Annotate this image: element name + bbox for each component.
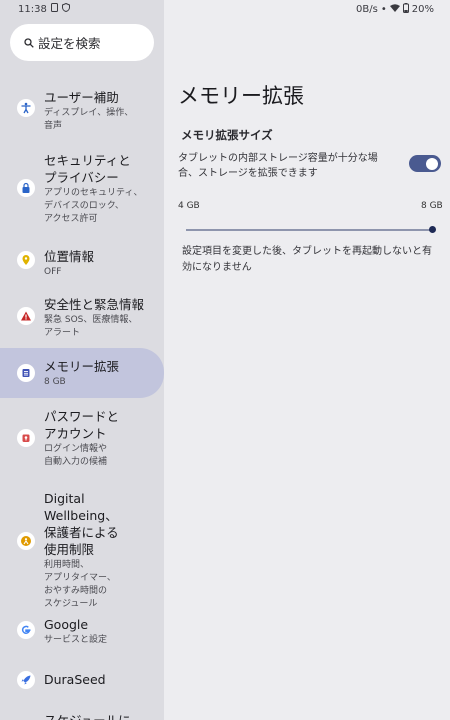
sidebar-item-subtitle: 利用時間、 アプリタイマー、 おやすみ時間の スケジュール [44,560,116,609]
shield-icon [61,2,70,15]
sidebar-item-google[interactable]: Google サービスと設定 [0,616,164,647]
sidebar-item-digital-wellbeing[interactable]: Digital Wellbeing、 保護者による 使用制限 利用時間、 アプリ… [0,490,164,611]
sidebar-item-subtitle: ログイン情報や 自動入力の候補 [44,444,108,467]
toggle-description: タブレットの内部ストレージ容量が十分な場合、ストレージを拡張できます [178,153,378,179]
sidebar-item-safety[interactable]: 安全性と緊急情報 緊急 SOS、医療情報、 アラート [0,296,164,340]
location-pin-icon [17,251,35,269]
sidebar-item-title: メモリー拡張 [44,359,120,374]
search-icon [24,37,34,48]
sidebar-item-subtitle: ディスプレイ、操作、 音声 [44,108,134,131]
toggle-knob [426,157,438,170]
memory-extension-page: メモリー拡張 メモリ拡張サイズ タブレットの内部ストレージ容量が十分な場合、スト… [164,0,450,720]
battery-percent: 20% [411,4,434,15]
sidebar-item-title: Google [44,617,89,632]
sidebar-item-title: パスワードと アカウント [44,409,120,441]
slider-min-label: 4 GB [178,201,200,211]
sidebar-item-subtitle: 8 GB [44,377,66,387]
sidebar-item-subtitle: サービスと設定 [44,635,108,645]
search-field[interactable]: 設定を検索 [10,24,154,61]
sidebar-item-subtitle: アプリのセキュリティ、 デバイスのロック、 アクセス許可 [44,188,143,224]
sidebar-item-title: セキュリティと プライバシー [44,153,131,185]
section-title: メモリ拡張サイズ [181,128,273,142]
rocket-icon [17,671,35,689]
battery-icon [402,3,409,16]
key-icon [17,429,35,447]
sidebar-item-duraseed[interactable]: DuraSeed [0,671,164,689]
sidebar-item-title: DuraSeed [44,672,106,687]
sidebar-item-title: スケジュールに [44,712,158,720]
sidebar-item-title: ユーザー補助 [44,90,119,105]
sim-icon [50,3,58,15]
memory-size-slider[interactable] [186,229,432,231]
restart-note: 設定項目を変更した後、タブレットを再起動しないと有効になりません [182,246,432,273]
search-placeholder: 設定を検索 [38,36,101,51]
sidebar-item-security[interactable]: セキュリティと プライバシー アプリのセキュリティ、 デバイスのロック、 アクセ… [0,152,164,226]
slider-thumb[interactable] [429,226,436,233]
dot-icon: • [380,4,387,15]
lock-icon [17,179,35,197]
wifi-icon [389,4,400,15]
sidebar-item-title: Digital Wellbeing、 保護者による 使用制限 [44,491,119,557]
sidebar-item-title: 位置情報 [44,249,95,264]
status-time: 11:38 [18,3,47,15]
settings-sidebar: 設定を検索 ユーザー補助 ディスプレイ、操作、 音声 セキュリティと プライバシ… [0,0,164,720]
memory-extension-toggle[interactable] [409,155,441,172]
status-bar: 11:38 0B/s • 20% [0,0,450,18]
wellbeing-icon [17,532,35,550]
sidebar-item-subtitle: 緊急 SOS、医療情報、 アラート [44,315,138,338]
page-title: メモリー拡張 [178,84,304,108]
emergency-icon [17,307,35,325]
sidebar-item-location[interactable]: 位置情報 OFF [0,248,164,279]
google-icon [17,621,35,639]
memory-icon [17,364,35,382]
network-speed: 0B/s [356,4,378,15]
sidebar-item-passwords[interactable]: パスワードと アカウント ログイン情報や 自動入力の候補 [0,408,164,469]
slider-max-label: 8 GB [421,201,443,211]
sidebar-item-subtitle: OFF [44,267,62,277]
sidebar-item-schedule[interactable]: スケジュールに [0,712,164,720]
sidebar-item-title: 安全性と緊急情報 [44,297,145,312]
sidebar-item-accessibility[interactable]: ユーザー補助 ディスプレイ、操作、 音声 [0,89,164,133]
sidebar-item-memory-extension[interactable]: メモリー拡張 8 GB [0,348,164,398]
accessibility-icon [17,99,35,117]
